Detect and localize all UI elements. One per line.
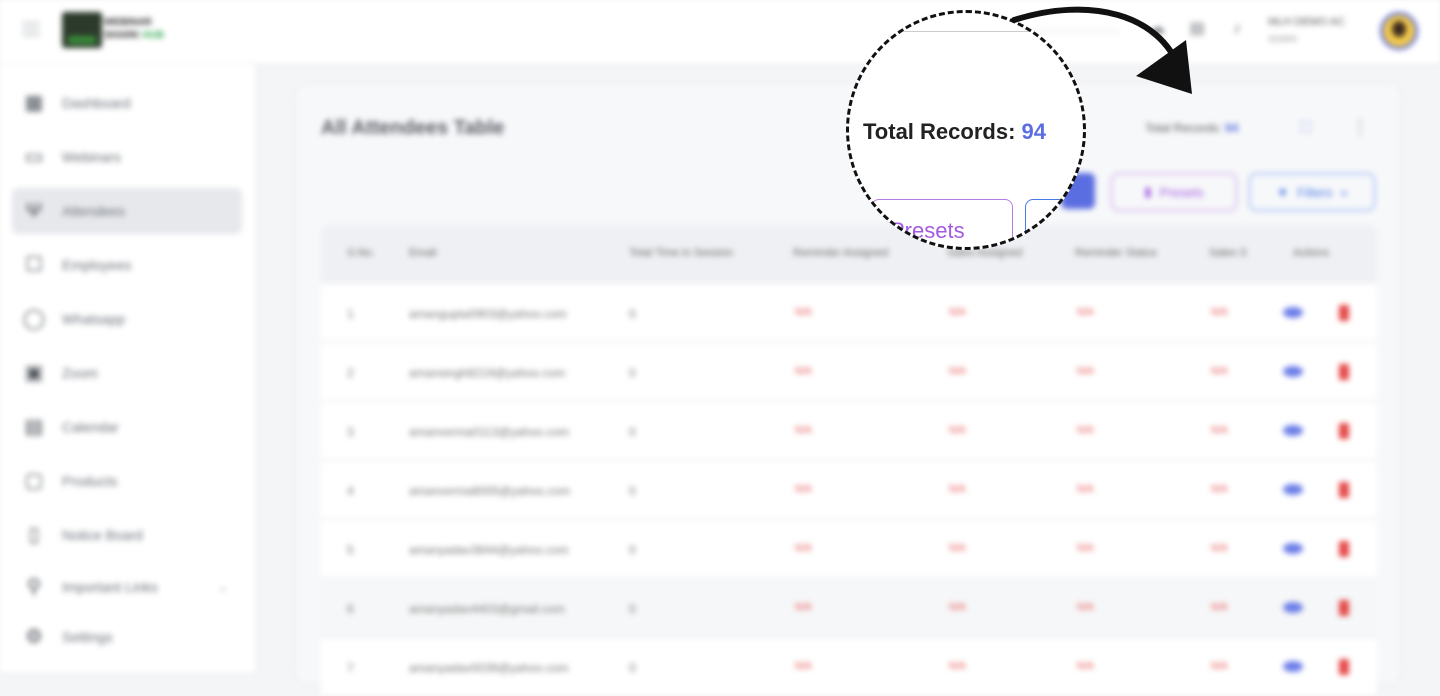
user-name: MLH DEMO AC (1268, 16, 1346, 28)
gear-icon: ⚙ (25, 626, 43, 648)
sidebar-item-attendees[interactable]: Ψ Attendees (12, 188, 242, 234)
sidebar-item-settings[interactable]: ⚙ Settings (12, 614, 242, 660)
logo-text: WEBINAR SHARK HUB (104, 17, 165, 41)
table-row[interactable]: 7 amanyadav0039@yahoo.com 0 N/A N/A N/A … (321, 639, 1377, 696)
sidebar-item-whatsapp[interactable]: ◯ Whatsapp (12, 296, 242, 342)
app-background: WEBINAR SHARK HUB ☁ ▤ ♪ MLH DEMO AC ADMI… (0, 0, 1440, 696)
attendees-icon: Ψ (25, 200, 43, 222)
whatsapp-icon: ◯ (22, 308, 46, 330)
total-records: Total Records: 94 (1145, 121, 1239, 135)
sidebar-item-calendar[interactable]: ▤ Calendar (12, 404, 242, 450)
sidebar-item-products[interactable]: ▢ Products (12, 458, 242, 504)
zoom-icon: ▣ (24, 362, 44, 384)
table-row[interactable]: 2 amansingh8219@yahoo.com 0 N/A N/A N/A … (321, 344, 1377, 401)
employees-icon: ☐ (25, 254, 43, 276)
delete-icon[interactable] (1339, 482, 1349, 498)
filters-button[interactable]: ▼ Filters » (1249, 173, 1375, 211)
sidebar-item-employees[interactable]: ☐ Employees (12, 242, 242, 288)
delete-icon[interactable] (1339, 659, 1349, 675)
delete-icon[interactable] (1339, 423, 1349, 439)
view-icon[interactable] (1283, 543, 1303, 554)
avatar[interactable] (1380, 12, 1418, 50)
sidebar-item-notice-board[interactable]: ▯ Notice Board (12, 512, 242, 558)
pointer-arrow-icon (1011, 6, 1192, 94)
callout-presets-button: Presets (871, 199, 1013, 247)
presets-button[interactable]: ▮ Presets (1111, 173, 1237, 211)
webinar-icon: ▭ (24, 146, 44, 168)
sidebar-item-dashboard[interactable]: ▦ Dashboard (12, 80, 242, 126)
sidebar-item-important-links[interactable]: ⚲ Important Links ⌄ (12, 564, 242, 610)
table-row[interactable]: 4 amanverma8005@yahoo.com 0 N/A N/A N/A … (321, 462, 1377, 519)
delete-icon[interactable] (1339, 305, 1349, 321)
menu-toggle-icon[interactable] (22, 22, 40, 40)
top-bar: WEBINAR SHARK HUB ☁ ▤ ♪ MLH DEMO AC ADMI… (0, 0, 1440, 64)
table-row[interactable]: 6 amanyadav4403@gmail.com 0 N/A N/A N/A … (321, 580, 1377, 637)
view-icon[interactable] (1283, 366, 1303, 377)
delete-icon[interactable] (1339, 600, 1349, 616)
calendar-icon: ▤ (24, 416, 44, 438)
chevron-down-icon[interactable]: ⌄ (218, 580, 228, 594)
sidebar-item-webinars[interactable]: ▭ Webinars (12, 134, 242, 180)
view-icon[interactable] (1283, 425, 1303, 436)
bell-icon[interactable]: ♪ (1228, 20, 1246, 38)
table-row[interactable]: 5 amanyadav3844@yahoo.com 0 N/A N/A N/A … (321, 521, 1377, 578)
sidebar-item-zoom[interactable]: ▣ Zoom (12, 350, 242, 396)
view-icon[interactable] (1283, 602, 1303, 613)
link-icon: ⚲ (26, 576, 42, 598)
bookmark-icon: ▮ (1144, 184, 1152, 199)
app-logo[interactable] (62, 12, 102, 48)
page-title: All Attendees Table (321, 117, 505, 139)
delete-icon[interactable] (1339, 541, 1349, 557)
more-options-icon[interactable]: ⋮ (1351, 117, 1369, 138)
view-icon[interactable] (1283, 661, 1303, 672)
table-row[interactable]: 3 amanverma0113@yahoo.com 0 N/A N/A N/A … (321, 403, 1377, 460)
dashboard-icon: ▦ (24, 92, 44, 114)
callout-blue-button (1025, 199, 1083, 247)
products-icon: ▢ (24, 470, 44, 492)
view-icon[interactable] (1283, 484, 1303, 495)
table-header: S.No. Email Total Time in Session Remind… (321, 225, 1377, 283)
callout-total-records: Total Records: 94 (863, 119, 1046, 144)
delete-icon[interactable] (1339, 364, 1349, 380)
chevron-right-icon: » (1340, 184, 1348, 200)
notice-board-icon: ▯ (28, 524, 40, 546)
attendees-card: All Attendees Table Total Records: 94 ⛶ … (296, 84, 1400, 696)
fullscreen-icon[interactable]: ⛶ (1301, 119, 1317, 135)
view-icon[interactable] (1283, 307, 1303, 318)
sidebar: ▦ Dashboard ▭ Webinars Ψ Attendees ☐ Emp… (0, 64, 256, 672)
table-row[interactable]: 1 amangupta0903@yahoo.com 0 N/A N/A N/A … (321, 285, 1377, 342)
user-role: ADMIN (1268, 34, 1297, 44)
filter-icon: ▼ (1276, 184, 1290, 200)
